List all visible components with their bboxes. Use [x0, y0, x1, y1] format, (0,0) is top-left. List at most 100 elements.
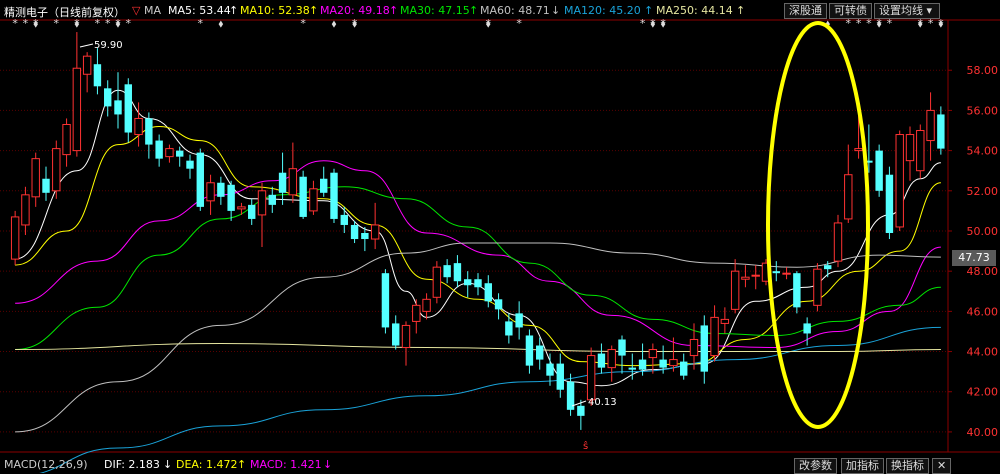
candle-body-down: [155, 140, 163, 159]
candle-body-up: [62, 123, 71, 156]
dif-value: DIF: 2.183: [104, 458, 160, 471]
switch-indicator-button[interactable]: 换指标: [886, 458, 929, 474]
y-tick-label: 56.00: [967, 104, 999, 117]
y-tick-label: 40.00: [967, 426, 999, 439]
candle-body-up: [432, 266, 442, 298]
candle-body-down: [824, 265, 832, 270]
candle-body-up: [288, 168, 298, 196]
close-icon[interactable]: ✕: [932, 458, 952, 474]
candle-body-down: [42, 178, 50, 193]
ma120-arrow: ↑: [644, 4, 654, 17]
candle-body-up: [21, 194, 30, 226]
candle-body-up: [165, 148, 174, 158]
dif-arrow: ↓: [163, 458, 173, 471]
current-price-tag: 47.73: [952, 250, 996, 266]
ma5-value: MA5: 53.44: [168, 4, 231, 17]
stock-title: 精测电子（日线前复权）: [4, 6, 125, 19]
ma5-arrow: ↑: [229, 4, 239, 17]
candle-body-down: [659, 359, 667, 368]
candle-body-down: [525, 335, 534, 366]
candle-body-down: [278, 172, 287, 193]
y-tick-label: 42.00: [967, 386, 999, 399]
y-tick-label: 52.00: [967, 185, 999, 198]
shengutong-button[interactable]: 深股通: [784, 3, 827, 19]
high-annotation-label: 59.90: [94, 40, 123, 51]
candle[interactable]: [10, 210, 20, 266]
candle[interactable]: [432, 261, 442, 304]
candle-body-down: [793, 273, 801, 308]
candle-body-down: [176, 150, 184, 157]
ma120-value: MA120: 45.20: [564, 4, 641, 17]
candle[interactable]: [813, 263, 822, 312]
candle-body-down: [330, 172, 338, 219]
candle-body-down: [700, 325, 708, 372]
candle[interactable]: [885, 166, 894, 240]
candle-body-up: [607, 349, 616, 369]
kezhuanzhai-button[interactable]: 可转债: [829, 3, 872, 19]
candle-body-down: [803, 323, 811, 334]
candle-body-down: [350, 224, 359, 240]
candle-body-down: [875, 150, 883, 191]
candle-body-down: [453, 263, 462, 282]
y-tick-label: 44.00: [967, 346, 999, 359]
candle-body-down: [443, 265, 451, 278]
macd-title: MACD(12,26,9): [4, 458, 88, 471]
candle-body-down: [556, 363, 564, 390]
candle[interactable]: [381, 269, 390, 334]
candle-body-up: [916, 130, 925, 172]
dea-value: DEA: 1.472: [176, 458, 238, 471]
candle-body-up: [134, 117, 143, 136]
candle-body-up: [52, 148, 61, 192]
set-ma-button[interactable]: 设置均线 ▾: [874, 3, 940, 19]
candle-body-down: [299, 176, 307, 217]
candle[interactable]: [196, 148, 204, 211]
kline-chart[interactable]: 58.00 56.00 54.00 52.00 50.00 48.00 46.00 44.00…: [0, 0, 1000, 473]
add-indicator-button[interactable]: 加指标: [841, 458, 884, 474]
candle-body-down: [145, 118, 153, 145]
candle[interactable]: [793, 271, 801, 314]
candle-body-up: [237, 206, 246, 210]
macd-arrow: ↓: [323, 458, 333, 471]
candle-body-up: [31, 158, 40, 198]
candle-body-up: [72, 67, 82, 152]
candle-body-up: [309, 188, 318, 212]
candle-body-down: [361, 232, 369, 240]
dea-arrow: ↑: [237, 458, 247, 471]
candle-body-up: [370, 224, 380, 240]
candle-body-down: [186, 160, 194, 169]
y-tick-label: 50.00: [967, 225, 999, 238]
ma-label: MA: [144, 4, 162, 17]
updown-indicator: ▽: [132, 4, 141, 17]
candle[interactable]: [916, 124, 925, 179]
candle[interactable]: [875, 144, 883, 197]
macd-value: MACD: 1.421: [250, 458, 322, 471]
candle[interactable]: [299, 170, 307, 219]
candle[interactable]: [833, 214, 843, 268]
candle-body-up: [257, 190, 267, 216]
candle-body-down: [93, 64, 102, 87]
ma30-arrow: ↑: [469, 4, 479, 17]
candle-body-up: [401, 324, 411, 349]
candle-body-down: [124, 84, 132, 133]
candle-body-down: [474, 279, 482, 288]
candle-body-up: [10, 216, 20, 260]
candle-body-down: [392, 323, 400, 346]
candle[interactable]: [330, 168, 338, 223]
signal-marker: ŝ: [583, 440, 588, 452]
candle-body-down: [515, 313, 523, 328]
candle[interactable]: [895, 130, 904, 231]
candle-body-down: [597, 353, 606, 368]
candle-body-up: [741, 276, 750, 280]
candle-body-down: [885, 174, 894, 233]
candle-body-up: [751, 274, 760, 277]
candle-body-down: [680, 361, 688, 376]
candle-body-down: [505, 321, 513, 336]
candle-body-down: [104, 88, 112, 107]
ma250-value: MA250: 44.14: [656, 4, 733, 17]
ma20-value: MA20: 49.18: [320, 4, 390, 17]
candle-body-down: [536, 345, 544, 360]
candle-body-up: [586, 355, 596, 401]
candle[interactable]: [52, 140, 61, 199]
change-params-button[interactable]: 改参数: [794, 458, 837, 474]
candle-body-up: [206, 182, 215, 202]
